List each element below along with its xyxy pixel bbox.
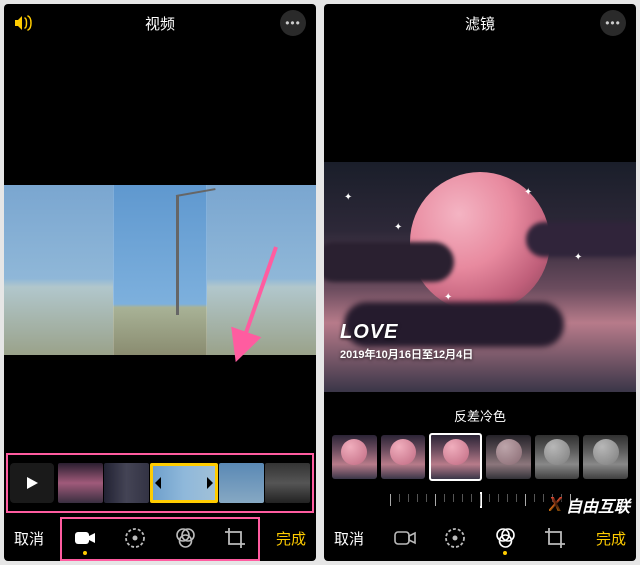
overlay-date: 2019年10月16日至12月4日 [340, 346, 473, 362]
clip-thumb[interactable] [104, 463, 149, 503]
clip-thumb-selected[interactable] [150, 463, 219, 503]
filter-thumb-selected[interactable] [429, 433, 482, 481]
screen-filter-edit: 滤镜 ••• ✦ ✦ ✦ ✦ ✦ LOVE 2019年10月16日至12月4日 … [324, 4, 636, 561]
intensity-slider[interactable] [324, 485, 636, 515]
filter-thumb[interactable] [332, 435, 377, 479]
play-button[interactable] [10, 463, 54, 503]
more-icon[interactable]: ••• [600, 10, 626, 36]
clip-list[interactable] [58, 463, 310, 503]
tool-icons [394, 527, 566, 549]
adjust-tab-icon[interactable] [444, 527, 466, 549]
crop-tab-icon[interactable] [544, 527, 566, 549]
filters-tab-icon[interactable] [494, 527, 516, 549]
clip-thumb[interactable] [58, 463, 103, 503]
crop-tab-icon[interactable] [224, 527, 246, 549]
filter-thumb[interactable] [381, 435, 426, 479]
top-bar: 滤镜 ••• [324, 4, 636, 42]
filters-tab-icon[interactable] [174, 527, 196, 549]
more-icon[interactable]: ••• [280, 10, 306, 36]
top-bar: 视频 ••• [4, 4, 316, 42]
done-button[interactable]: 完成 [596, 528, 626, 549]
clip-thumb[interactable] [219, 463, 264, 503]
page-title: 视频 [145, 13, 175, 34]
timeline-scrubber[interactable] [10, 457, 310, 509]
video-tab-icon[interactable] [394, 527, 416, 549]
cancel-button[interactable]: 取消 [334, 528, 364, 549]
volume-icon[interactable] [14, 15, 34, 31]
video-preview[interactable] [4, 42, 316, 457]
clip-thumb[interactable] [265, 463, 310, 503]
page-title: 滤镜 [465, 13, 495, 34]
active-dot [83, 551, 87, 555]
filter-thumb[interactable] [535, 435, 580, 479]
done-button[interactable]: 完成 [276, 528, 306, 549]
preview-image [4, 185, 316, 355]
overlay-title: LOVE [340, 321, 473, 344]
filter-thumb[interactable] [583, 435, 628, 479]
cancel-button[interactable]: 取消 [14, 528, 44, 549]
bottom-bar: 取消 完成 [324, 515, 636, 561]
tool-icons [74, 527, 246, 549]
video-preview[interactable]: ✦ ✦ ✦ ✦ ✦ LOVE 2019年10月16日至12月4日 [324, 42, 636, 400]
filter-thumb[interactable] [486, 435, 531, 479]
preview-overlay-text: LOVE 2019年10月16日至12月4日 [340, 321, 473, 362]
filter-name-label: 反差冷色 [324, 400, 636, 433]
active-dot [503, 551, 507, 555]
bottom-bar: 取消 完成 [4, 515, 316, 561]
preview-image: ✦ ✦ ✦ ✦ ✦ LOVE 2019年10月16日至12月4日 [324, 162, 636, 392]
screen-video-edit: 视频 ••• 取消 [4, 4, 316, 561]
adjust-tab-icon[interactable] [124, 527, 146, 549]
filter-thumbnails[interactable] [324, 433, 636, 481]
video-tab-icon[interactable] [74, 527, 96, 549]
